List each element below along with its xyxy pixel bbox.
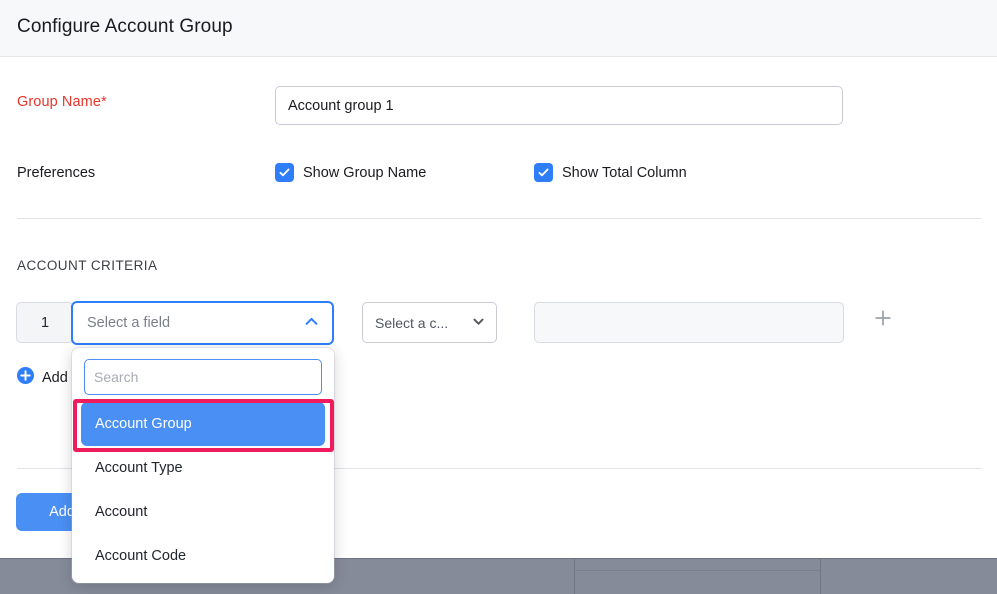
preference-label: Show Total Column — [562, 165, 687, 181]
condition-select-dropdown[interactable]: Select a c... — [362, 302, 497, 343]
dropdown-option-account-code[interactable]: Account Code — [81, 534, 325, 578]
page-title: Configure Account Group — [17, 16, 233, 38]
group-name-label: Group Name* — [17, 94, 107, 110]
group-name-input[interactable] — [275, 86, 843, 125]
chevron-down-icon[interactable] — [471, 314, 486, 332]
dropdown-option-account[interactable]: Account — [81, 490, 325, 534]
overlay-column-divider — [574, 558, 575, 594]
overlay-column-divider — [820, 558, 821, 594]
plus-circle-icon[interactable] — [17, 367, 34, 389]
field-select-dropdown-panel: Account Group Account Type Account Accou… — [72, 348, 334, 583]
dropdown-search-wrapper — [72, 348, 334, 395]
preference-label: Show Group Name — [303, 165, 426, 181]
account-criteria-section-title: ACCOUNT CRITERIA — [17, 258, 157, 273]
configure-account-group-dialog: Configure Account Group Group Name* Pref… — [0, 0, 997, 594]
search-input[interactable] — [84, 359, 322, 395]
divider — [17, 218, 981, 219]
add-criteria-label: Add — [42, 370, 68, 386]
overlay-horizontal-rule — [575, 570, 820, 571]
chevron-up-icon[interactable] — [303, 313, 320, 334]
preference-show-group-name[interactable]: Show Group Name — [275, 163, 426, 182]
field-select-value: Select a field — [87, 315, 170, 331]
condition-select-value: Select a c... — [375, 315, 448, 331]
dropdown-option-account-group[interactable]: Account Group — [81, 402, 325, 446]
dropdown-option-account-type[interactable]: Account Type — [81, 446, 325, 490]
dialog-header: Configure Account Group — [0, 0, 997, 57]
add-criteria-link[interactable]: Add — [17, 367, 68, 389]
preference-show-total-column[interactable]: Show Total Column — [534, 163, 687, 182]
criteria-value-input[interactable] — [534, 302, 844, 343]
field-select-dropdown[interactable]: Select a field — [71, 301, 334, 345]
dropdown-option-list: Account Group Account Type Account Accou… — [72, 395, 334, 578]
criteria-row-index: 1 — [16, 302, 74, 343]
checkbox-checked-icon[interactable] — [534, 163, 553, 182]
checkbox-checked-icon[interactable] — [275, 163, 294, 182]
preferences-label: Preferences — [17, 165, 95, 181]
plus-icon[interactable] — [872, 307, 894, 329]
